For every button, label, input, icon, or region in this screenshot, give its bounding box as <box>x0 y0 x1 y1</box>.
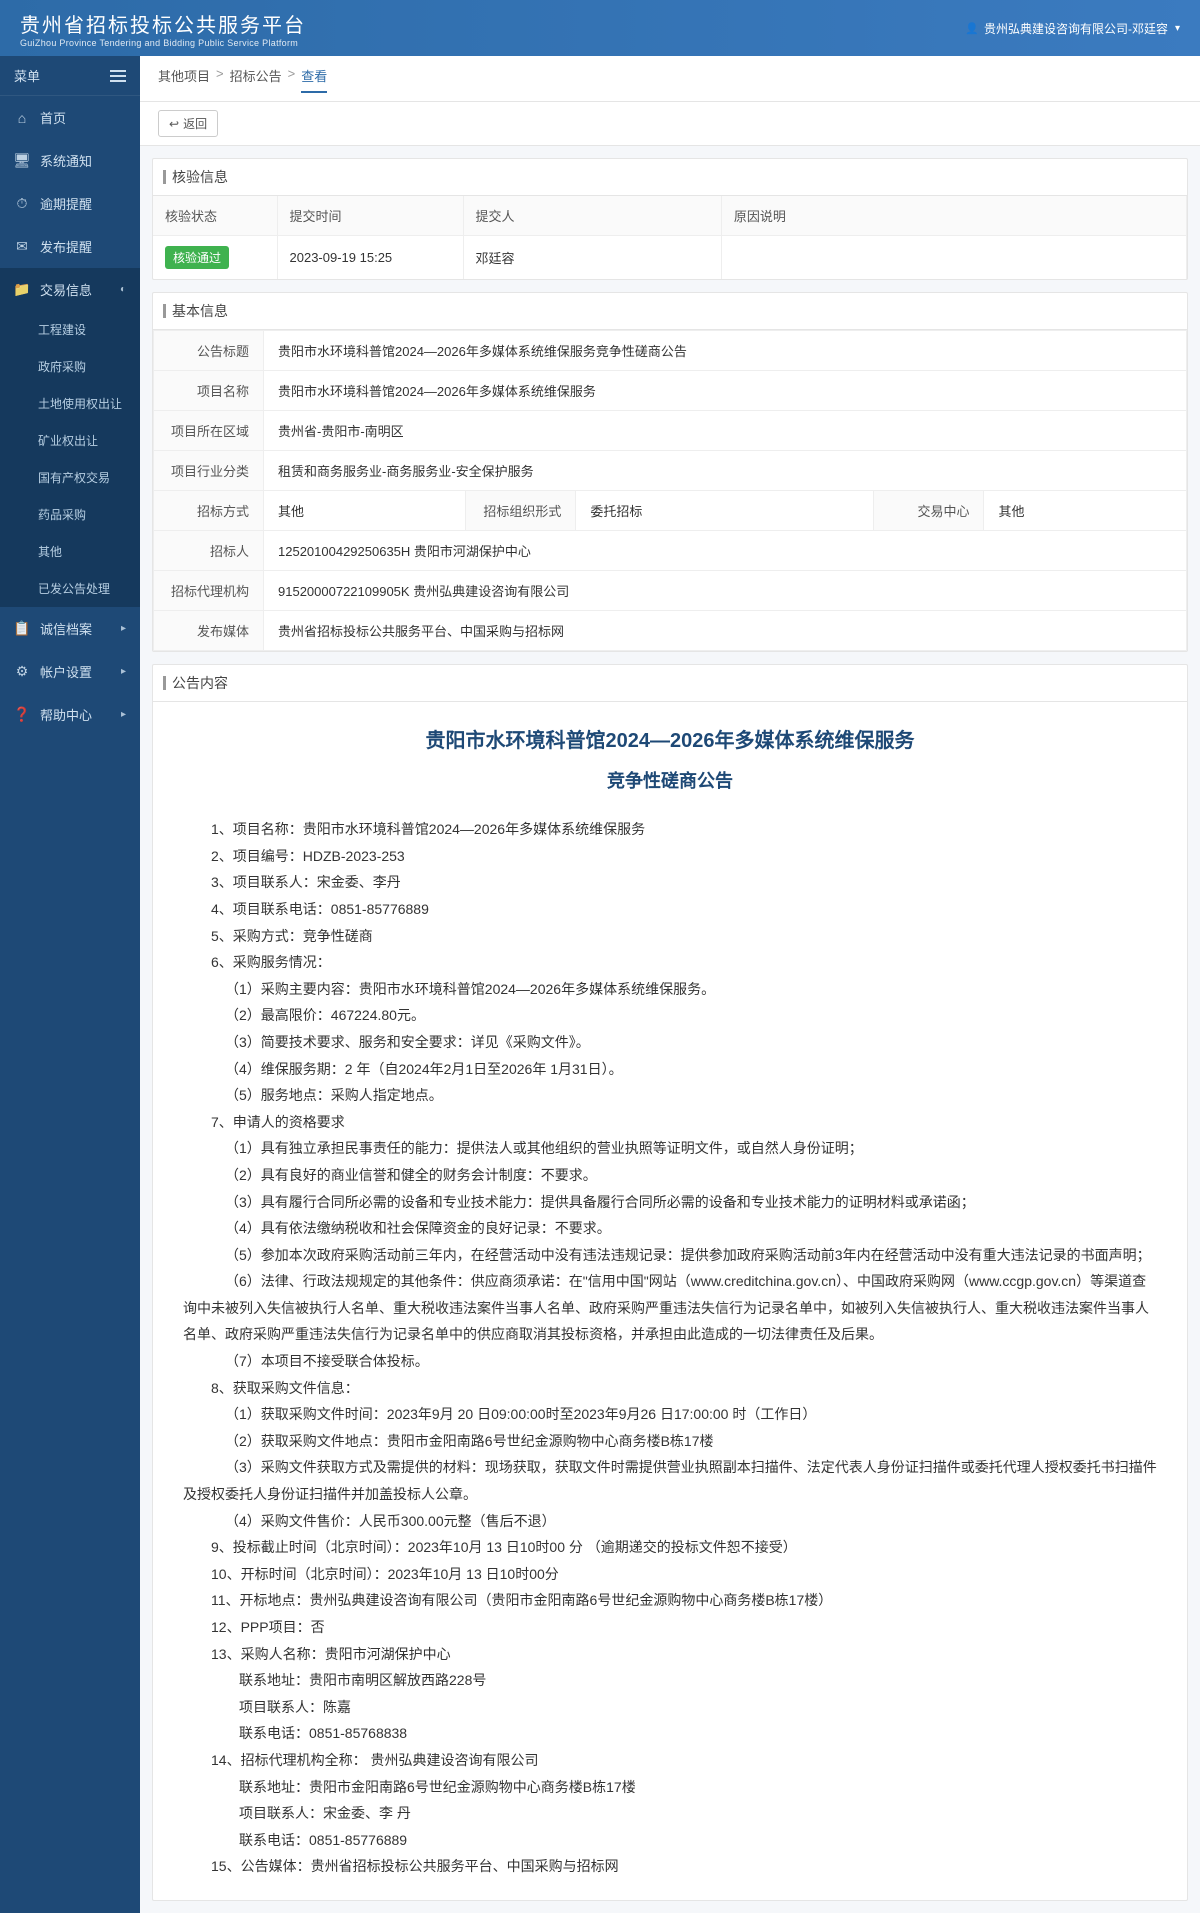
announcement-line: 14、招标代理机构全称： 贵州弘典建设咨询有限公司 <box>183 1747 1157 1774</box>
announcement-line: 项目联系人：陈嘉 <box>183 1694 1157 1721</box>
main-content: 其他项目>招标公告>查看 返回 核验信息 核验状态 提交时间 提交人 原因说明 … <box>140 56 1200 1913</box>
sidebar: 菜单 ⌂首页🖥系统通知⏱逾期提醒✉发布提醒📁交易信息◐工程建设政府采购土地使用权… <box>0 56 140 1913</box>
sidebar-item[interactable]: ⚙帐户设置▸ <box>0 650 140 693</box>
announcement-line: 7、申请人的资格要求 <box>183 1109 1157 1136</box>
sidebar-header: 菜单 <box>0 56 140 96</box>
chevron-icon: ▸ <box>121 666 126 677</box>
announcement-line: 3、项目联系人：宋金委、李丹 <box>183 869 1157 896</box>
breadcrumb-bar: 其他项目>招标公告>查看 <box>140 56 1200 102</box>
announcement-line: （1）获取采购文件时间：2023年9月 20 日09:00:00时至2023年9… <box>183 1401 1157 1428</box>
announcement-content: 贵阳市水环境科普馆2024—2026年多媒体系统维保服务 竞争性磋商公告 1、项… <box>153 702 1187 1900</box>
doc-subtitle: 竞争性磋商公告 <box>183 764 1157 798</box>
nav-icon: ⌂ <box>14 110 30 126</box>
sidebar-subitem[interactable]: 土地使用权出让 <box>0 385 140 422</box>
sidebar-item[interactable]: ❓帮助中心▸ <box>0 693 140 736</box>
announcement-line: （5）参加本次政府采购活动前三年内，在经营活动中没有违法违规记录：提供参加政府采… <box>183 1242 1157 1269</box>
announcement-line: 联系电话：0851-85776889 <box>183 1827 1157 1854</box>
sidebar-item[interactable]: ⏱逾期提醒 <box>0 182 140 225</box>
breadcrumb-item: 查看 <box>301 66 327 93</box>
status-badge: 核验通过 <box>165 246 229 269</box>
sidebar-subitem[interactable]: 工程建设 <box>0 311 140 348</box>
site-title: 贵州省招标投标公共服务平台 <box>20 9 306 38</box>
table-row: 核验通过 2023-09-19 15:25 邓廷容 <box>153 236 1187 280</box>
nav-icon: 📁 <box>14 281 30 298</box>
announcement-line: （3）采购文件获取方式及需提供的材料：现场获取，获取文件时需提供营业执照副本扫描… <box>183 1454 1157 1507</box>
announcement-line: 联系地址：贵阳市金阳南路6号世纪金源购物中心商务楼B栋17楼 <box>183 1774 1157 1801</box>
nav-icon: ⏱ <box>14 195 30 212</box>
announcement-line: （3）具有履行合同所必需的设备和专业技术能力：提供具备履行合同所必需的设备和专业… <box>183 1189 1157 1216</box>
announcement-line: 15、公告媒体：贵州省招标投标公共服务平台、中国采购与招标网 <box>183 1853 1157 1880</box>
user-menu[interactable]: 贵州弘典建设咨询有限公司-邓廷容 <box>965 20 1180 37</box>
nav-icon: ✉ <box>14 238 30 255</box>
breadcrumb-item[interactable]: 其他项目 <box>158 66 210 93</box>
announcement-line: （6）法律、行政法规规定的其他条件：供应商须承诺：在"信用中国"网站（www.c… <box>183 1268 1157 1348</box>
chevron-icon: ▸ <box>121 623 126 634</box>
verification-panel: 核验信息 核验状态 提交时间 提交人 原因说明 核验通过 2023-09-19 … <box>152 158 1188 280</box>
announcement-line: （5）服务地点：采购人指定地点。 <box>183 1082 1157 1109</box>
announcement-line: （3）简要技术要求、服务和安全要求：详见《采购文件》。 <box>183 1029 1157 1056</box>
sidebar-label: 菜单 <box>14 66 40 85</box>
sidebar-subitem[interactable]: 政府采购 <box>0 348 140 385</box>
sidebar-item[interactable]: 📁交易信息◐ <box>0 268 140 311</box>
announcement-line: （2）最高限价：467224.80元。 <box>183 1002 1157 1029</box>
site-subtitle: GuiZhou Province Tendering and Bidding P… <box>20 38 306 48</box>
announcement-line: （2）获取采购文件地点：贵阳市金阳南路6号世纪金源购物中心商务楼B栋17楼 <box>183 1428 1157 1455</box>
nav-icon: 📋 <box>14 620 30 637</box>
announcement-line: 8、获取采购文件信息： <box>183 1375 1157 1402</box>
announcement-line: （2）具有良好的商业信誉和健全的财务会计制度：不要求。 <box>183 1162 1157 1189</box>
chevron-icon: ▸ <box>121 709 126 720</box>
announcement-line: （7）本项目不接受联合体投标。 <box>183 1348 1157 1375</box>
announcement-line: （4）具有依法缴纳税收和社会保障资金的良好记录：不要求。 <box>183 1215 1157 1242</box>
nav-icon: ❓ <box>14 706 30 723</box>
sidebar-subitem[interactable]: 药品采购 <box>0 496 140 533</box>
announcement-line: （4）维保服务期：2 年（自2024年2月1日至2026年 1月31日）。 <box>183 1056 1157 1083</box>
announcement-line: 6、采购服务情况： <box>183 949 1157 976</box>
announcement-line: 联系电话：0851-85768838 <box>183 1720 1157 1747</box>
nav-icon: ⚙ <box>14 663 30 680</box>
announcement-line: 1、项目名称：贵阳市水环境科普馆2024—2026年多媒体系统维保服务 <box>183 816 1157 843</box>
breadcrumbs: 其他项目>招标公告>查看 <box>158 66 1182 93</box>
announcement-line: （4）采购文件售价：人民币300.00元整（售后不退） <box>183 1508 1157 1535</box>
announcement-line: 11、开标地点：贵州弘典建设咨询有限公司（贵阳市金阳南路6号世纪金源购物中心商务… <box>183 1587 1157 1614</box>
chevron-icon: ◐ <box>120 284 126 295</box>
sidebar-subitem[interactable]: 矿业权出让 <box>0 422 140 459</box>
announcement-line: （1）具有独立承担民事责任的能力：提供法人或其他组织的营业执照等证明文件，或自然… <box>183 1135 1157 1162</box>
basic-info-panel: 基本信息 公告标题贵阳市水环境科普馆2024—2026年多媒体系统维保服务竞争性… <box>152 292 1188 652</box>
app-header: 贵州省招标投标公共服务平台 GuiZhou Province Tendering… <box>0 0 1200 56</box>
sidebar-item[interactable]: 📋诚信档案▸ <box>0 607 140 650</box>
announcement-line: 12、PPP项目：否 <box>183 1614 1157 1641</box>
announcement-line: 9、投标截止时间（北京时间）：2023年10月 13 日10时00 分 （逾期递… <box>183 1534 1157 1561</box>
announcement-line: 4、项目联系电话：0851-85776889 <box>183 896 1157 923</box>
announcement-panel: 公告内容 贵阳市水环境科普馆2024—2026年多媒体系统维保服务 竞争性磋商公… <box>152 664 1188 1901</box>
verification-title: 核验信息 <box>153 159 1187 196</box>
sidebar-item[interactable]: ✉发布提醒 <box>0 225 140 268</box>
basic-info-table: 公告标题贵阳市水环境科普馆2024—2026年多媒体系统维保服务竞争性磋商公告 … <box>153 330 1187 651</box>
verification-table: 核验状态 提交时间 提交人 原因说明 核验通过 2023-09-19 15:25… <box>153 196 1187 279</box>
sidebar-subitem[interactable]: 已发公告处理 <box>0 570 140 607</box>
sidebar-item[interactable]: ⌂首页 <box>0 96 140 139</box>
breadcrumb-item[interactable]: 招标公告 <box>230 66 282 93</box>
nav-icon: 🖥 <box>14 152 30 169</box>
announcement-line: （1）采购主要内容：贵阳市水环境科普馆2024—2026年多媒体系统维保服务。 <box>183 976 1157 1003</box>
announcement-line: 5、采购方式：竞争性磋商 <box>183 923 1157 950</box>
sidebar-subitem[interactable]: 国有产权交易 <box>0 459 140 496</box>
doc-title: 贵阳市水环境科普馆2024—2026年多媒体系统维保服务 <box>183 722 1157 760</box>
sidebar-subitem[interactable]: 其他 <box>0 533 140 570</box>
announcement-line: 联系地址：贵阳市南明区解放西路228号 <box>183 1667 1157 1694</box>
hamburger-icon[interactable] <box>110 67 126 85</box>
back-button[interactable]: 返回 <box>158 110 218 137</box>
sidebar-item[interactable]: 🖥系统通知 <box>0 139 140 182</box>
announcement-line: 项目联系人：宋金委、李 丹 <box>183 1800 1157 1827</box>
announcement-line: 13、采购人名称：贵阳市河湖保护中心 <box>183 1641 1157 1668</box>
basic-info-title: 基本信息 <box>153 293 1187 330</box>
announcement-title: 公告内容 <box>153 665 1187 702</box>
announcement-line: 10、开标时间（北京时间）：2023年10月 13 日10时00分 <box>183 1561 1157 1588</box>
announcement-line: 2、项目编号：HDZB-2023-253 <box>183 843 1157 870</box>
sidebar-nav: ⌂首页🖥系统通知⏱逾期提醒✉发布提醒📁交易信息◐工程建设政府采购土地使用权出让矿… <box>0 96 140 736</box>
